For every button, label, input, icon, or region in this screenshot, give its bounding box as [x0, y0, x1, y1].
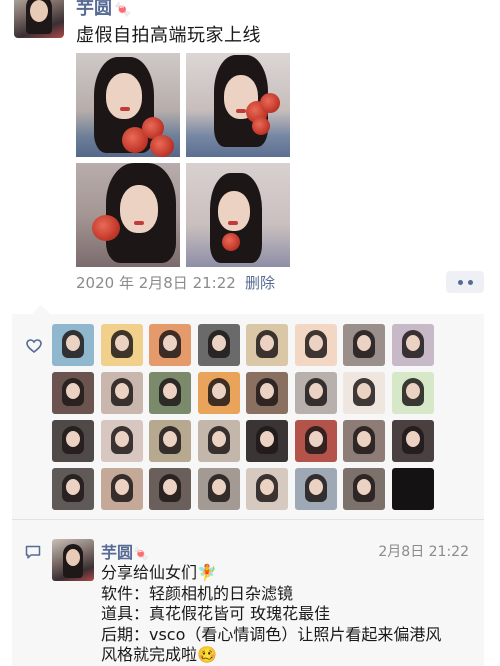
post-photo-1[interactable] — [76, 53, 180, 157]
comment-line: 后期：vsco（看心情调色）让照片看起来偏港风 — [101, 624, 442, 644]
post-photo-3[interactable] — [76, 163, 180, 267]
comment-author-name-text[interactable]: 芋圆 — [101, 543, 133, 562]
comments-panel: 芋圆🍬 2月8日 21:22 分享给仙女们🧚 软件：轻颜相机的日杂滤镜 道具：真… — [12, 520, 484, 666]
liker-avatar[interactable] — [391, 468, 434, 510]
comment-line: 软件：轻颜相机的日杂滤镜 — [101, 583, 294, 603]
post-photo-4[interactable] — [186, 163, 290, 267]
liker-avatar[interactable] — [246, 372, 288, 414]
comment-icon — [25, 545, 41, 559]
liker-avatar[interactable] — [149, 420, 191, 462]
candy-icon: 🍬 — [133, 547, 150, 562]
comment-text[interactable]: 分享给仙女们🧚 软件：轻颜相机的日杂滤镜 道具：真花假花皆可 玫瑰花最佳 后期：… — [101, 563, 481, 666]
liker-avatar[interactable] — [100, 372, 143, 414]
liker-avatar[interactable] — [391, 324, 434, 366]
liker-avatar[interactable] — [52, 324, 94, 366]
liker-avatar[interactable] — [52, 420, 94, 462]
delete-post-link[interactable]: 删除 — [245, 272, 275, 293]
liker-avatar[interactable] — [294, 420, 337, 462]
comment-line: 道具：真花假花皆可 玫瑰花最佳 — [101, 604, 331, 623]
liker-avatar[interactable] — [246, 468, 288, 510]
likes-panel — [12, 305, 484, 519]
avatar-face — [30, 0, 48, 22]
liker-avatar[interactable] — [343, 468, 385, 510]
liker-avatar[interactable] — [246, 324, 288, 366]
post-photo-2[interactable] — [186, 53, 290, 157]
candy-icon: 🍬 — [114, 2, 132, 18]
liker-avatar[interactable] — [100, 420, 143, 462]
more-dot-icon — [467, 279, 473, 285]
liker-avatar[interactable] — [149, 324, 191, 366]
avatar-face — [66, 549, 80, 566]
liker-avatar[interactable] — [149, 468, 191, 510]
liker-avatar[interactable] — [294, 372, 337, 414]
post-author-avatar[interactable] — [14, 0, 64, 38]
post-timestamp: 2020 年 2月8日 21:22 — [76, 274, 236, 292]
post-author-name-text[interactable]: 芋圆 — [76, 0, 112, 19]
liker-avatar[interactable] — [343, 372, 385, 414]
comment-timestamp: 2月8日 21:22 — [378, 544, 469, 560]
liker-avatar[interactable] — [52, 468, 94, 510]
comment-author-avatar[interactable] — [52, 539, 94, 581]
liker-avatar[interactable] — [52, 372, 94, 414]
heart-icon — [26, 339, 42, 353]
comment-line: 风格就完成啦🥴 — [101, 645, 217, 664]
liker-avatar[interactable] — [294, 468, 337, 510]
liker-avatar[interactable] — [197, 420, 240, 462]
liker-avatar[interactable] — [246, 420, 288, 462]
liker-avatar[interactable] — [100, 468, 143, 510]
liker-avatar[interactable] — [343, 324, 385, 366]
more-dot-icon — [457, 279, 463, 285]
liker-avatar[interactable] — [100, 324, 143, 366]
liker-avatar[interactable] — [343, 420, 385, 462]
post-text: 虚假自拍高端玩家上线 — [76, 25, 261, 46]
liker-avatar[interactable] — [197, 372, 240, 414]
post-author-name[interactable]: 芋圆 🍬 — [76, 0, 131, 20]
liker-avatar[interactable] — [149, 372, 191, 414]
liker-avatar[interactable] — [391, 372, 434, 414]
liker-avatar[interactable] — [294, 324, 337, 366]
comment-line: 分享给仙女们🧚 — [101, 563, 217, 582]
liker-avatar[interactable] — [197, 324, 240, 366]
liker-avatar[interactable] — [197, 468, 240, 510]
liker-avatar[interactable] — [391, 420, 434, 462]
more-actions-button[interactable] — [446, 271, 484, 293]
comment-author-name[interactable]: 芋圆🍬 — [101, 539, 149, 563]
